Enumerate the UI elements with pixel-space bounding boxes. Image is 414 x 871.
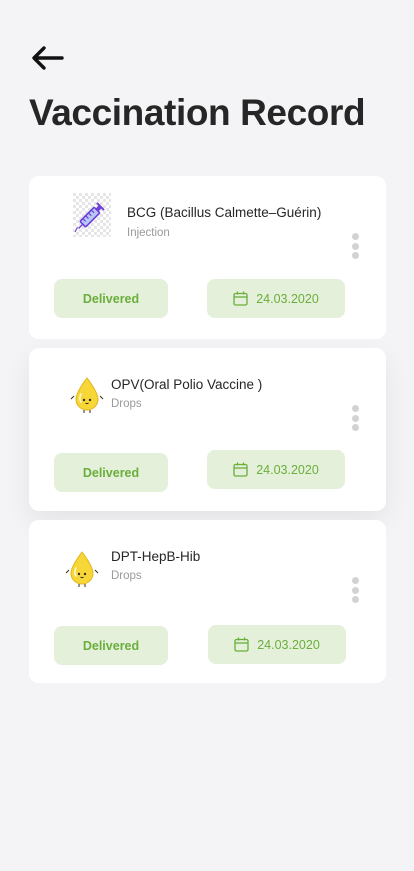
calendar-icon — [233, 291, 248, 306]
vaccine-name: DPT-HepB-Hib — [111, 549, 201, 564]
date-text: 24.03.2020 — [257, 637, 320, 652]
date-text: 24.03.2020 — [256, 291, 319, 306]
date-badge: 24.03.2020 — [207, 279, 345, 318]
vaccine-card[interactable]: OPV(Oral Polio Vaccine ) Drops Delivered… — [29, 348, 386, 511]
status-badge: Delivered — [54, 279, 168, 318]
syringe-icon — [73, 193, 111, 242]
vaccine-name: OPV(Oral Polio Vaccine ) — [111, 377, 263, 392]
vaccine-type: Drops — [111, 398, 142, 410]
page-title: Vaccination Record — [29, 92, 366, 133]
more-options-icon[interactable] — [350, 233, 360, 259]
vaccine-name: BCG (Bacillus Calmette–Guérin) — [127, 205, 322, 220]
vaccine-card[interactable]: DPT-HepB-Hib Drops Delivered 24.03.2020 — [29, 520, 386, 683]
arrow-left-icon — [32, 46, 64, 70]
back-button[interactable] — [30, 40, 70, 76]
vaccine-type: Drops — [111, 570, 142, 582]
drop-icon — [65, 550, 99, 593]
date-badge: 24.03.2020 — [208, 625, 346, 664]
date-text: 24.03.2020 — [256, 462, 319, 477]
drop-icon — [70, 376, 104, 419]
vaccine-type: Injection — [127, 227, 170, 239]
date-badge: 24.03.2020 — [207, 450, 345, 489]
calendar-icon — [234, 637, 249, 652]
status-badge: Delivered — [54, 626, 168, 665]
status-badge: Delivered — [54, 453, 168, 492]
vaccine-card[interactable]: BCG (Bacillus Calmette–Guérin) Injection… — [29, 176, 386, 339]
more-options-icon[interactable] — [350, 405, 360, 431]
calendar-icon — [233, 462, 248, 477]
more-options-icon[interactable] — [350, 577, 360, 603]
